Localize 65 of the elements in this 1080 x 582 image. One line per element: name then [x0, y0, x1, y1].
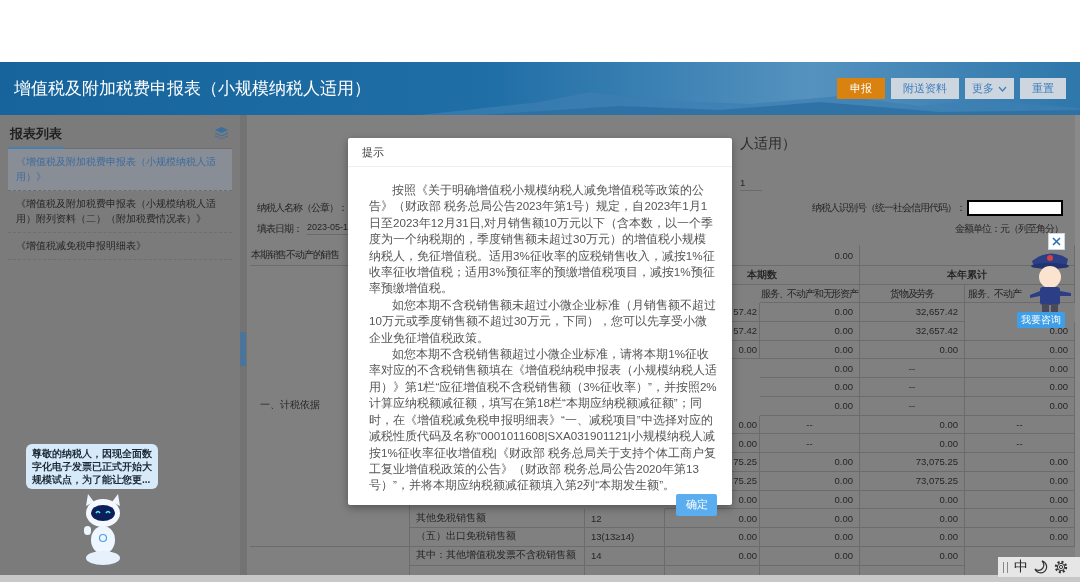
sidebar-item[interactable]: 《增值税及附加税费申报表（小规模纳税人适用）》	[8, 149, 232, 191]
toolbar-button[interactable]: 附送资料	[891, 78, 959, 99]
line-number: 13(13≥14)	[585, 528, 665, 547]
confirm-button[interactable]: 确定	[676, 493, 717, 516]
field-label: 纳税人名称（公章）：	[257, 200, 347, 215]
sidebar-item[interactable]: 《增值税减免税申报明细表》	[8, 233, 232, 260]
table-cell: --	[760, 415, 860, 435]
column-header: 服务、不动产和无形资产	[760, 285, 860, 303]
line-number: 12	[585, 509, 665, 528]
close-icon	[1052, 237, 1061, 246]
dialog-title: 提示	[348, 138, 732, 167]
table-cell: 73,075.25	[860, 471, 965, 491]
table-cell: 0.00	[760, 378, 860, 397]
page-title: 增值税及附加税费申报表（小规模纳税人适用）	[14, 78, 372, 100]
table-cell: 0.00	[860, 340, 965, 360]
table-cell: 0.00	[760, 303, 860, 322]
table-cell: --	[860, 396, 965, 416]
table-cell: 0.00	[760, 509, 860, 528]
table-cell: 0.00	[860, 434, 965, 453]
caret-icon	[998, 85, 1007, 92]
toolbar-button[interactable]: 重置	[1020, 78, 1066, 99]
row-label: （五）出口免税销售额	[410, 528, 585, 547]
mascot-drawing	[1030, 253, 1071, 312]
unit-label: 金额单位：元（列至角分）	[955, 221, 1063, 236]
table-cell: 0.00	[760, 546, 860, 566]
table-cell: 0.00	[760, 340, 860, 360]
line-number: 14	[585, 546, 665, 566]
table-cell: 0.00	[760, 528, 860, 547]
table-cell: 0.00	[760, 471, 860, 491]
table-cell: --	[760, 434, 860, 453]
table-cell: 0.00	[860, 509, 965, 528]
row-label: 其中：其他增值税发票不含税销售额	[410, 546, 585, 566]
chat-bubble: 尊敬的纳税人，因现全面数字化电子发票已正式开始大规模试点，为了能让您更...	[26, 444, 158, 489]
table-cell: 0.00	[665, 528, 760, 547]
table-cell: 0.00	[860, 528, 965, 547]
table-cell: 32,657.42	[860, 321, 965, 341]
language-toggle[interactable]: 中	[1014, 558, 1028, 576]
table-cell: 73,075.25	[860, 453, 965, 472]
more-button[interactable]: 更多	[965, 78, 1014, 99]
settings-icon[interactable]	[1054, 560, 1068, 574]
field-label: 填表日期：	[257, 221, 302, 236]
table-cell: 0.00	[665, 546, 760, 566]
table-cell: --	[860, 378, 965, 397]
close-button[interactable]	[1048, 233, 1065, 250]
table-cell: 0.00	[860, 415, 965, 435]
table-cell: 0.00	[760, 490, 860, 510]
table-cell: 0.00	[760, 453, 860, 472]
table-cell: 32,657.42	[860, 303, 965, 322]
table-cell: 0.00	[860, 546, 965, 566]
table-cell: 0.00	[760, 396, 860, 416]
taxpayer-id-field[interactable]	[967, 199, 1063, 216]
row-label: 其他免税销售额	[410, 509, 585, 528]
horizontal-scrollbar[interactable]	[0, 575, 1080, 582]
table-cell: 0.00	[860, 490, 965, 510]
column-header: 货物及劳务	[860, 285, 965, 303]
table-cell: 0.00	[760, 321, 860, 341]
field-label: 纳税人识别号（统一社会信用代码）：	[812, 200, 965, 215]
form-title: 人适用）	[740, 135, 796, 151]
robot-drawing[interactable]	[84, 494, 120, 565]
table-cell: --	[860, 359, 965, 378]
moon-icon[interactable]	[1034, 560, 1048, 574]
period-field[interactable]: 1	[740, 177, 762, 191]
table-cell: 0.00	[760, 359, 860, 378]
collapse-handle[interactable]	[240, 332, 246, 366]
submit-button[interactable]: 申报	[837, 78, 885, 99]
